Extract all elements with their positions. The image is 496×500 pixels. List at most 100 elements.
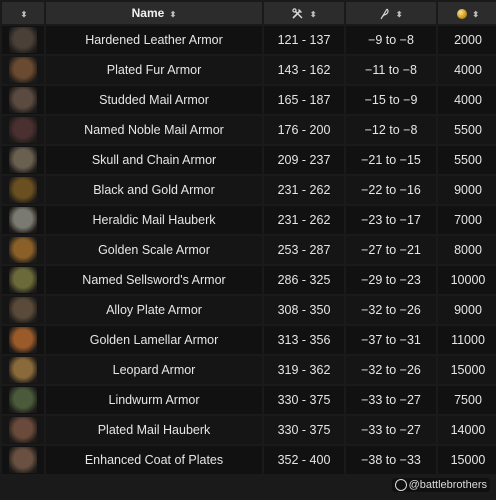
armor-fatigue: −15 to −9 xyxy=(346,86,436,114)
table-row[interactable]: Enhanced Coat of Plates 352 - 400 −38 to −… xyxy=(2,446,496,474)
armor-price: 7000 xyxy=(438,206,496,234)
armor-name: Studded Mail Armor xyxy=(46,86,262,114)
armor-durability: 330 - 375 xyxy=(264,386,344,414)
armor-fatigue: −23 to −17 xyxy=(346,206,436,234)
armor-fatigue: −32 to −26 xyxy=(346,296,436,324)
table-row[interactable]: Alloy Plate Armor 308 - 350 −32 to −26 9000 xyxy=(2,296,496,324)
armor-price: 15000 xyxy=(438,446,496,474)
sort-icon: ⬍ xyxy=(395,9,403,19)
armor-fatigue: −37 to −31 xyxy=(346,326,436,354)
sort-icon: ⬍ xyxy=(472,10,480,19)
armor-fatigue: −29 to −23 xyxy=(346,266,436,294)
armor-thumbnail-icon xyxy=(9,87,37,113)
table-row[interactable]: Golden Lamellar Armor 313 - 356 −37 to −31… xyxy=(2,326,496,354)
armor-thumbnail-cell xyxy=(2,386,44,414)
sort-icon: ⬍ xyxy=(20,10,28,19)
armor-name: Leopard Armor xyxy=(46,356,262,384)
armor-thumbnail-icon xyxy=(9,417,37,443)
armor-durability: 165 - 187 xyxy=(264,86,344,114)
armor-fatigue: −22 to −16 xyxy=(346,176,436,204)
table-row[interactable]: Plated Mail Hauberk 330 - 375 −33 to −27 14… xyxy=(2,416,496,444)
armor-price: 11000 xyxy=(438,326,496,354)
armor-thumbnail-cell xyxy=(2,56,44,84)
armor-thumbnail-icon xyxy=(9,267,37,293)
table-row[interactable]: Golden Scale Armor 253 - 287 −27 to −21 800… xyxy=(2,236,496,264)
armor-thumbnail-cell xyxy=(2,446,44,474)
table-row[interactable]: Studded Mail Armor 165 - 187 −15 to −9 4000 xyxy=(2,86,496,114)
armor-name: Plated Fur Armor xyxy=(46,56,262,84)
armor-durability: 231 - 262 xyxy=(264,176,344,204)
table-row[interactable]: Leopard Armor 319 - 362 −32 to −26 15000 xyxy=(2,356,496,384)
armor-thumbnail-icon xyxy=(9,207,37,233)
armor-durability: 121 - 137 xyxy=(264,26,344,54)
hammer-wrench-icon xyxy=(292,8,303,19)
armor-fatigue: −38 to −33 xyxy=(346,446,436,474)
armor-durability: 313 - 356 xyxy=(264,326,344,354)
armor-thumbnail-icon xyxy=(9,57,37,83)
feather-icon xyxy=(380,8,390,20)
name-header-label: Name xyxy=(131,6,165,20)
armor-fatigue: −21 to −15 xyxy=(346,146,436,174)
armor-thumbnail-cell xyxy=(2,326,44,354)
armor-name: Golden Lamellar Armor xyxy=(46,326,262,354)
watermark-text: @battlebrothers xyxy=(408,478,487,491)
armor-price: 10000 xyxy=(438,266,496,294)
armor-durability: 308 - 350 xyxy=(264,296,344,324)
table-row[interactable]: Heraldic Mail Hauberk 231 - 262 −23 to −17… xyxy=(2,206,496,234)
table-row[interactable]: Lindwurm Armor 330 - 375 −33 to −27 7500 xyxy=(2,386,496,414)
armor-durability: 143 - 162 xyxy=(264,56,344,84)
armor-fatigue: −32 to −26 xyxy=(346,356,436,384)
table-row[interactable]: Named Noble Mail Armor 176 - 200 −12 to −8… xyxy=(2,116,496,144)
table-row[interactable]: Skull and Chain Armor 209 - 237 −21 to −15… xyxy=(2,146,496,174)
armor-durability: 352 - 400 xyxy=(264,446,344,474)
price-column-header[interactable]: ⬍ xyxy=(438,2,496,24)
armor-durability: 231 - 262 xyxy=(264,206,344,234)
armor-thumbnail-icon xyxy=(9,237,37,263)
armor-fatigue: −27 to −21 xyxy=(346,236,436,264)
armor-thumbnail-icon xyxy=(9,387,37,413)
armor-thumbnail-cell xyxy=(2,236,44,264)
armor-price: 5500 xyxy=(438,116,496,144)
armor-name: Lindwurm Armor xyxy=(46,386,262,414)
weibo-logo-icon xyxy=(394,479,407,491)
armor-price: 14000 xyxy=(438,416,496,444)
armor-price: 5500 xyxy=(438,146,496,174)
armor-thumbnail-cell xyxy=(2,266,44,294)
name-column-header[interactable]: Name ⬍ xyxy=(46,2,262,24)
armor-fatigue: −9 to −8 xyxy=(346,26,436,54)
armor-thumbnail-cell xyxy=(2,416,44,444)
sort-column-header[interactable]: ⬍ xyxy=(2,2,44,24)
armor-name: Alloy Plate Armor xyxy=(46,296,262,324)
armor-thumbnail-cell xyxy=(2,86,44,114)
armor-thumbnail-icon xyxy=(9,327,37,353)
armor-fatigue: −11 to −8 xyxy=(346,56,436,84)
sort-icon: ⬍ xyxy=(309,9,317,19)
armor-price: 8000 xyxy=(438,236,496,264)
fatigue-column-header[interactable]: ⬍ xyxy=(346,2,436,24)
armor-thumbnail-icon xyxy=(9,297,37,323)
armor-thumbnail-cell xyxy=(2,206,44,234)
table-row[interactable]: Hardened Leather Armor 121 - 137 −9 to −8 2… xyxy=(2,26,496,54)
armor-thumbnail-icon xyxy=(9,147,37,173)
armor-price: 15000 xyxy=(438,356,496,384)
armor-durability: 209 - 237 xyxy=(264,146,344,174)
armor-thumbnail-cell xyxy=(2,116,44,144)
armor-name: Golden Scale Armor xyxy=(46,236,262,264)
armor-table: ⬍ Name ⬍ ⬍ ⬍ ⬍ Hardened Leather Armor 12… xyxy=(0,0,496,476)
watermark: @battlebrothers xyxy=(391,477,490,492)
armor-thumbnail-cell xyxy=(2,176,44,204)
table-row[interactable]: Black and Gold Armor 231 - 262 −22 to −16 9… xyxy=(2,176,496,204)
header-row: ⬍ Name ⬍ ⬍ ⬍ ⬍ xyxy=(2,2,496,24)
table-row[interactable]: Plated Fur Armor 143 - 162 −11 to −8 4000 xyxy=(2,56,496,84)
armor-thumbnail-icon xyxy=(9,117,37,143)
armor-name: Named Sellsword's Armor xyxy=(46,266,262,294)
armor-price: 4000 xyxy=(438,86,496,114)
armor-thumbnail-cell xyxy=(2,146,44,174)
armor-thumbnail-cell xyxy=(2,26,44,54)
durability-column-header[interactable]: ⬍ xyxy=(264,2,344,24)
armor-name: Black and Gold Armor xyxy=(46,176,262,204)
armor-thumbnail-icon xyxy=(9,27,37,53)
armor-fatigue: −33 to −27 xyxy=(346,386,436,414)
armor-durability: 330 - 375 xyxy=(264,416,344,444)
table-row[interactable]: Named Sellsword's Armor 286 - 325 −29 to −… xyxy=(2,266,496,294)
